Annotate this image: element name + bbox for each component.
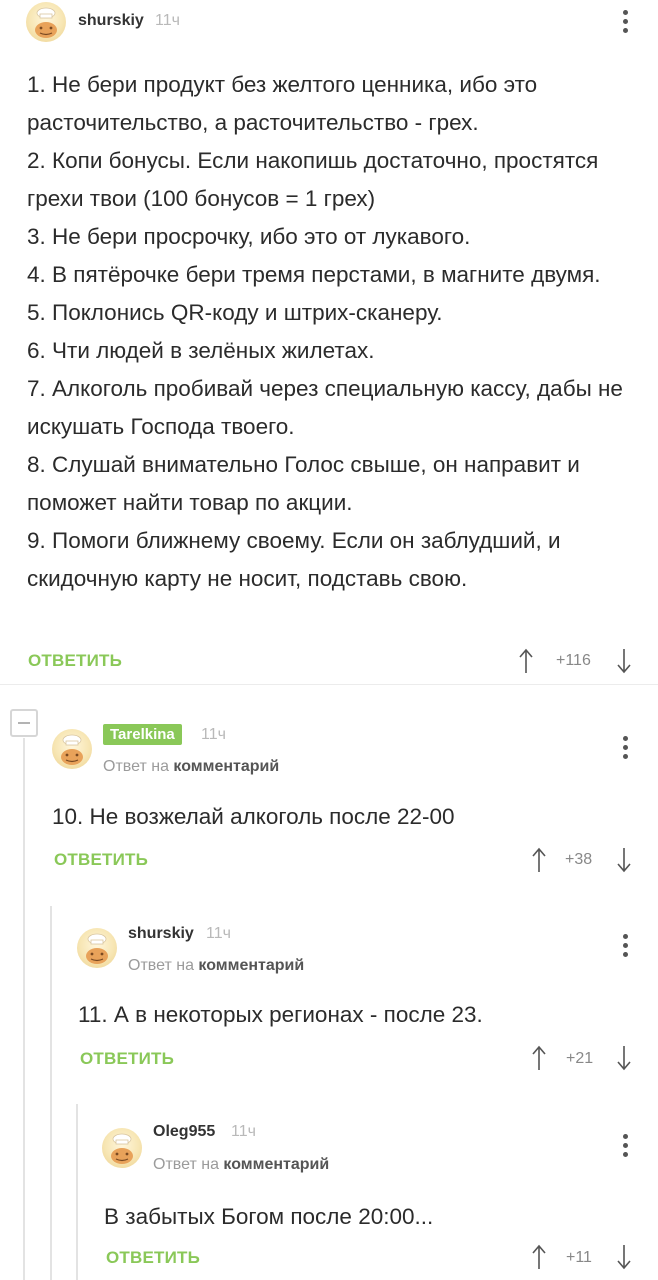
arrow-up-icon[interactable] (532, 847, 546, 873)
avatar-icon[interactable] (52, 729, 92, 769)
comment-username[interactable]: Tarelkina (103, 724, 182, 745)
arrow-up-icon[interactable] (519, 648, 533, 674)
kebab-menu-icon[interactable] (621, 10, 629, 36)
comment-line: 6. Чти людей в зелёных жилетах. (27, 338, 375, 363)
chef-avatar-icon (86, 933, 108, 964)
comment-line: 3. Не бери просрочку, ибо это от лукавог… (27, 224, 471, 249)
rating-value: +116 (556, 652, 591, 669)
comment-time: 11ч (231, 1123, 256, 1140)
reply-to-link[interactable]: комментарий (223, 1156, 329, 1173)
arrow-down-icon[interactable] (617, 1045, 631, 1071)
reply-to-link[interactable]: комментарий (173, 758, 279, 775)
kebab-menu-icon[interactable] (621, 934, 629, 960)
comment-line: 8. Слушай внимательно Голос свыше, он на… (27, 452, 580, 515)
arrow-down-icon[interactable] (617, 847, 631, 873)
comment-line: 5. Поклонись QR-коду и штрих-сканеру. (27, 300, 443, 325)
comment-text: 11. А в некоторых регионах - после 23. (78, 1002, 483, 1027)
reply-button[interactable]: ОТВЕТИТЬ (106, 1248, 200, 1268)
comment-line: 7. Алкоголь пробивай через специальную к… (27, 376, 623, 439)
comment-line: 4. В пятёрочке бери тремя перстами, в ма… (27, 262, 601, 287)
avatar-icon[interactable] (26, 2, 66, 42)
reply-button[interactable]: ОТВЕТИТЬ (80, 1049, 174, 1069)
arrow-up-icon[interactable] (532, 1045, 546, 1071)
kebab-menu-icon[interactable] (621, 1134, 629, 1160)
comment-username[interactable]: shurskiy (128, 925, 194, 943)
rating-value: +21 (566, 1050, 594, 1067)
chef-avatar-icon (111, 1133, 133, 1164)
rating-value: +11 (566, 1249, 592, 1266)
reply-button[interactable]: ОТВЕТИТЬ (54, 850, 148, 870)
comment-line: 1. Не бери продукт без желтого ценника, … (27, 72, 538, 135)
comment-reply: shurskiy 11ч Ответ на комментарий 11. А … (0, 900, 658, 1100)
comment-line: 2. Копи бонусы. Если накопишь достаточно… (27, 148, 599, 211)
comment-reply: Oleg955 11ч Ответ на комментарий В забыт… (0, 1100, 658, 1280)
comment-time: 11ч (206, 925, 231, 942)
comment-username[interactable]: shurskiy (78, 12, 144, 30)
reply-button[interactable]: ОТВЕТИТЬ (28, 651, 122, 671)
comment-time: 11ч (155, 12, 180, 29)
reply-to-prefix: Ответ на (128, 957, 194, 974)
reply-to-prefix: Ответ на (103, 758, 169, 775)
comment-divider (0, 684, 658, 685)
rating-value: +38 (565, 851, 593, 868)
comment-line: 9. Помоги ближнему своему. Если он заблу… (27, 528, 561, 591)
avatar-icon[interactable] (102, 1128, 142, 1168)
reply-to-meta: Ответ на комментарий (103, 758, 279, 776)
kebab-menu-icon[interactable] (621, 736, 629, 762)
comment-text: 10. Не возжелай алкоголь после 22-00 (52, 804, 455, 829)
comment-text: В забытых Богом после 20:00... (104, 1204, 434, 1229)
chef-avatar-icon (61, 734, 83, 765)
arrow-down-icon[interactable] (617, 648, 631, 674)
comment-username[interactable]: Oleg955 (153, 1123, 215, 1141)
comment-root: shurskiy 11ч 1. Не бери продукт без желт… (0, 0, 658, 684)
comment-text: 1. Не бери продукт без желтого ценника, … (27, 66, 639, 598)
reply-to-prefix: Ответ на (153, 1156, 219, 1173)
comment-time: 11ч (201, 726, 226, 743)
avatar-icon[interactable] (77, 928, 117, 968)
arrow-down-icon[interactable] (617, 1244, 631, 1270)
comment-reply: Tarelkina 11ч Ответ на комментарий 10. Н… (0, 700, 658, 900)
reply-to-meta: Ответ на комментарий (128, 957, 304, 975)
arrow-up-icon[interactable] (532, 1244, 546, 1270)
reply-to-meta: Ответ на комментарий (153, 1156, 329, 1174)
chef-avatar-icon (35, 7, 57, 38)
reply-to-link[interactable]: комментарий (198, 957, 304, 974)
